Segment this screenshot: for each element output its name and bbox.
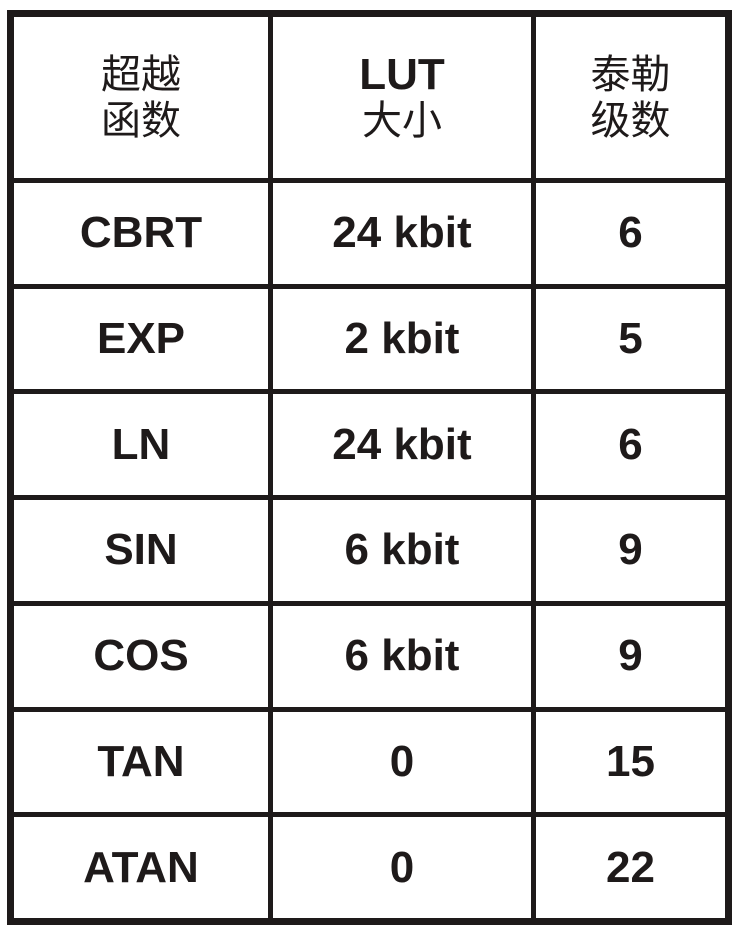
cell-function: LN: [14, 394, 268, 496]
cell-lut-size: 6 kbit: [273, 500, 531, 601]
header-transcendental-function: 超越 函数: [14, 17, 268, 178]
header-line: LUT: [359, 49, 445, 99]
cell-lut-size: 0: [273, 817, 531, 918]
cell-function: TAN: [14, 711, 268, 813]
header-line: 泰勒: [590, 51, 671, 98]
header-line: 函数: [101, 97, 181, 144]
cell-lut-size: 2 kbit: [273, 288, 531, 390]
cell-taylor-order: 9: [536, 500, 725, 601]
cell-taylor-order: 15: [536, 711, 725, 813]
cell-function: ATAN: [14, 817, 268, 918]
cell-taylor-order: 22: [536, 817, 725, 918]
cell-taylor-order: 6: [536, 394, 725, 496]
cell-lut-size: 24 kbit: [273, 394, 531, 496]
cell-function: COS: [14, 605, 268, 707]
cell-function: SIN: [14, 500, 268, 601]
cell-function: EXP: [14, 288, 268, 390]
cell-taylor-order: 9: [536, 605, 725, 707]
function-table: 超越 函数 LUT 大小 泰勒 级数 CBRT 24 kbit 6 EXP 2 …: [7, 10, 732, 925]
cell-lut-size: 24 kbit: [273, 183, 531, 284]
cell-taylor-order: 6: [536, 183, 725, 284]
cell-taylor-order: 5: [536, 288, 725, 390]
header-lut-size: LUT 大小: [273, 17, 531, 178]
cell-function: CBRT: [14, 183, 268, 284]
header-taylor-series: 泰勒 级数: [536, 17, 725, 178]
cell-lut-size: 6 kbit: [273, 605, 531, 707]
cell-lut-size: 0: [273, 711, 531, 813]
header-line: 大小: [362, 97, 442, 144]
header-line: 超越: [101, 51, 181, 98]
header-line: 级数: [590, 97, 671, 144]
